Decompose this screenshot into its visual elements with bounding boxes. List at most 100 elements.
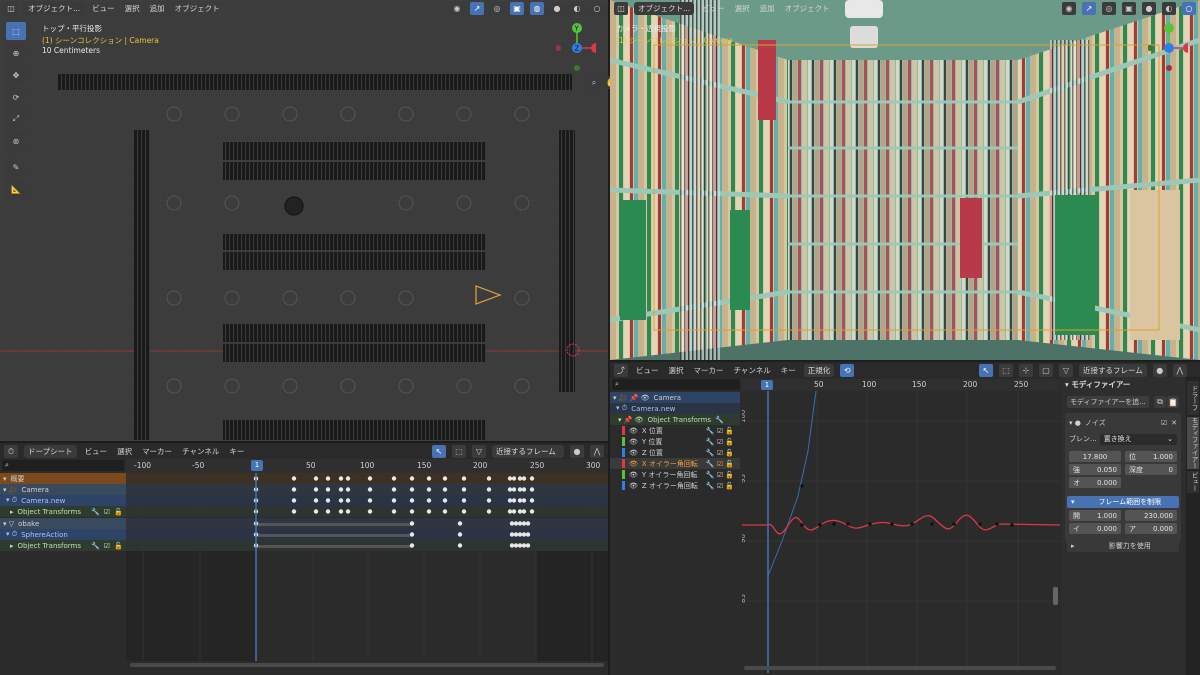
ds-current-frame[interactable]: 1 — [251, 460, 263, 471]
keyframe[interactable] — [426, 476, 432, 481]
graph-channel-camera[interactable]: ▾ 🎥 📌 👁 Camera — [610, 392, 740, 403]
ds-channel-obake[interactable]: ▾ ▽ obake — [0, 518, 126, 529]
keyframe[interactable] — [513, 521, 519, 526]
keyframe[interactable] — [391, 487, 397, 492]
keyframe[interactable] — [517, 532, 523, 537]
select-box-icon[interactable]: ⬚ — [6, 22, 26, 40]
annotate-icon[interactable]: ✎ — [6, 158, 26, 176]
graph-channel-transforms[interactable]: ▾ 📌 👁 Object Transforms 🔧 — [610, 414, 740, 425]
graph-menu-channel[interactable]: チャンネル — [732, 365, 773, 376]
keyframe[interactable] — [391, 509, 397, 514]
depth-field[interactable]: 深度 0 — [1125, 464, 1177, 475]
blend-in-field[interactable]: イ 0.000 — [1069, 523, 1121, 534]
keyframe[interactable] — [442, 498, 448, 503]
keyframe[interactable] — [521, 487, 527, 492]
material-shading-icon[interactable]: ◐ — [570, 2, 584, 15]
keyframe[interactable] — [507, 476, 513, 481]
right-material-shading-icon[interactable]: ◐ — [1162, 2, 1176, 15]
left-menu-object[interactable]: オブジェクト — [173, 3, 222, 14]
keyframe[interactable] — [507, 509, 513, 514]
dopesheet-menu-view[interactable]: ビュー — [83, 446, 110, 457]
keyframe[interactable] — [486, 498, 492, 503]
keyframe[interactable] — [517, 543, 523, 548]
keyframe[interactable] — [457, 543, 463, 548]
keyframe[interactable] — [313, 487, 319, 492]
keyframe[interactable] — [291, 509, 297, 514]
graph-wrench-icon[interactable]: 🔧 — [715, 416, 724, 424]
eye-icon[interactable]: 👁 — [629, 427, 638, 435]
keyframe[interactable] — [521, 476, 527, 481]
keyframe[interactable] — [313, 509, 319, 514]
keyframe[interactable] — [325, 476, 331, 481]
ds-channel-sphereaction[interactable]: ▾ ⏱ SphereAction — [0, 529, 126, 540]
graph-channel-z-rot[interactable]: 👁 Z オイラー角回転 🔧 ☑ 🔓 — [610, 480, 740, 491]
keyframe[interactable] — [521, 509, 527, 514]
measure-icon[interactable]: 📐 — [6, 180, 26, 198]
graph-menu-select[interactable]: 選択 — [667, 365, 686, 376]
left-nav-gizmo[interactable]: Y Z — [556, 20, 596, 76]
dopesheet-filter-icon[interactable]: ▽ — [472, 445, 486, 458]
keyframe[interactable] — [442, 476, 448, 481]
keyframe[interactable] — [442, 509, 448, 514]
keyframe[interactable] — [409, 521, 415, 526]
graph-current-frame[interactable]: 1 — [761, 380, 773, 390]
modifier-wrench-icon-2[interactable]: 🔧 — [91, 542, 100, 550]
keyframe[interactable] — [367, 476, 373, 481]
dopesheet-snap-select[interactable]: 近接するフレーム — [492, 445, 564, 458]
keyframe[interactable] — [509, 543, 515, 548]
dopesheet-mode-select[interactable]: ドープシート — [24, 445, 77, 458]
keyframe[interactable] — [325, 498, 331, 503]
keyframe[interactable] — [517, 521, 523, 526]
graph-curve-icon[interactable]: ⋀ — [1172, 364, 1187, 377]
dopesheet-curve-icon[interactable]: ⋀ — [590, 445, 604, 458]
scale-icon[interactable]: ⤢ — [6, 110, 26, 128]
keyframe[interactable] — [461, 509, 467, 514]
right-viewport[interactable] — [610, 0, 1200, 360]
keyframe[interactable] — [409, 543, 415, 548]
eye-icon-2[interactable]: 👁 — [629, 438, 638, 446]
dopesheet-search[interactable]: ⌕ — [2, 460, 124, 471]
keyframe[interactable] — [511, 476, 517, 481]
graph-menu-marker[interactable]: マーカー — [692, 365, 726, 376]
dopesheet-menu-key[interactable]: キー — [227, 446, 246, 457]
noise-enable-checkbox[interactable]: ☑ — [1161, 419, 1167, 427]
keyframe[interactable] — [525, 521, 531, 526]
lock-icon[interactable]: 🔓 — [114, 508, 123, 516]
tab-view[interactable]: ビュー — [1187, 471, 1199, 493]
right-menu-select[interactable]: 選択 — [733, 3, 752, 14]
keyframe[interactable] — [409, 487, 415, 492]
right-mode-select[interactable]: オブジェクト... — [634, 2, 695, 15]
keyframe[interactable] — [486, 476, 492, 481]
keyframe[interactable] — [517, 509, 523, 514]
dopesheet-menu-select[interactable]: 選択 — [115, 446, 134, 457]
right-rendered-shading-icon[interactable]: ○ — [1182, 2, 1196, 15]
keyframe[interactable] — [367, 487, 373, 492]
graph-select-icon[interactable]: ↖ — [979, 364, 993, 377]
keyframe[interactable] — [486, 487, 492, 492]
keyframe[interactable] — [409, 532, 415, 537]
keyframe[interactable] — [367, 509, 373, 514]
keyframe[interactable] — [345, 498, 351, 503]
keyframe[interactable] — [511, 498, 517, 503]
graph-proportional-icon[interactable]: ● — [1152, 364, 1167, 377]
keyframe[interactable] — [313, 498, 319, 503]
keyframe[interactable] — [529, 509, 535, 514]
dopesheet-box-select-icon[interactable]: ⬚ — [452, 445, 466, 458]
gizmo-icon[interactable]: ↗ — [470, 2, 484, 15]
offset-field[interactable]: オ 0.000 — [1069, 477, 1121, 488]
keyframe[interactable] — [509, 532, 515, 537]
graph-snap-select[interactable]: 近接するフレーム — [1079, 364, 1147, 377]
right-gizmo-icon[interactable]: ↗ — [1082, 2, 1096, 15]
keyframe[interactable] — [513, 532, 519, 537]
right-menu-view[interactable]: ビュー — [700, 3, 727, 14]
xray-icon[interactable]: ▣ — [510, 2, 524, 15]
rotate-icon[interactable]: ⟳ — [6, 88, 26, 106]
strength-field[interactable]: 強 0.050 — [1069, 464, 1121, 475]
left-menu-select[interactable]: 選択 — [123, 3, 142, 14]
keyframe[interactable] — [509, 521, 515, 526]
left-menu-view[interactable]: ビュー — [90, 3, 117, 14]
eye-icon-3[interactable]: 👁 — [629, 449, 638, 457]
graph-channel-x-rot[interactable]: 👁 X オイラー角回転 🔧 ☑ 🔓 — [610, 458, 740, 469]
right-xray-icon[interactable]: ▣ — [1122, 2, 1136, 15]
graph-channel-x-loc[interactable]: 👁 X 位置 🔧 ☑ 🔓 — [610, 425, 740, 436]
